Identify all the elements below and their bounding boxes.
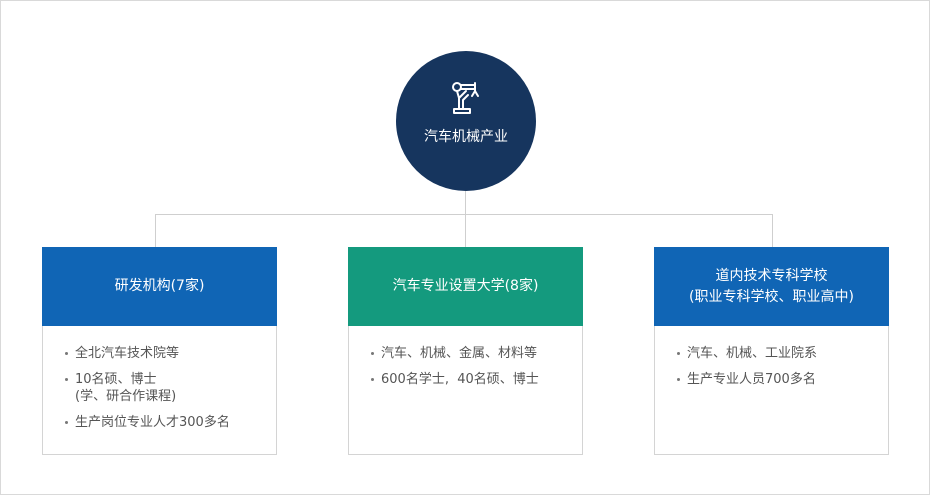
list-item: 全北汽车技术院等 — [65, 345, 266, 362]
hub-title: 汽车机械产业 — [424, 129, 508, 145]
card-item-list: 全北汽车技术院等 10名硕、博士 (学、研合作课程) 生产岗位专业人才300多名 — [43, 326, 276, 431]
card-technical-colleges: 道内技术专科学校 (职业专科学校、职业高中) 汽车、机械、工业院系 生产专业人员… — [654, 247, 889, 455]
list-item: 600名学士, 40名硕、博士 — [371, 371, 572, 388]
robot-arm-icon — [452, 82, 479, 114]
card-title-line: 研发机构(7家) — [114, 278, 205, 294]
list-item: 生产岗位专业人才300多名 — [65, 414, 266, 431]
list-item: 汽车、机械、金属、材料等 — [371, 345, 572, 362]
hub-circle: 汽车机械产业 — [396, 51, 536, 191]
card-item-list: 汽车、机械、金属、材料等 600名学士, 40名硕、博士 — [349, 326, 582, 388]
card-research-institutes: 研发机构(7家) 全北汽车技术院等 10名硕、博士 (学、研合作课程) 生产岗位… — [42, 247, 277, 455]
connector-middle — [465, 214, 466, 247]
connector-bar — [155, 214, 773, 215]
diagram-frame: 汽车机械产业 研发机构(7家) 全北汽车技术院等 10名硕、博士 (学、研合作课… — [0, 0, 930, 495]
list-item: 10名硕、博士 (学、研合作课程) — [65, 371, 266, 405]
list-item: 生产专业人员700多名 — [677, 371, 878, 388]
connector-trunk — [465, 191, 466, 214]
card-title-line: 汽车专业设置大学(8家) — [392, 278, 539, 294]
card-item-list: 汽车、机械、工业院系 生产专业人员700多名 — [655, 326, 888, 388]
list-item: 汽车、机械、工业院系 — [677, 345, 878, 362]
card-title-line: 道内技术专科学校 — [715, 267, 828, 284]
connector-right — [772, 214, 773, 247]
card-universities: 汽车专业设置大学(8家) 汽车、机械、金属、材料等 600名学士, 40名硕、博… — [348, 247, 583, 455]
card-header: 道内技术专科学校 (职业专科学校、职业高中) — [654, 247, 889, 326]
card-header: 汽车专业设置大学(8家) — [348, 247, 583, 326]
connector-left — [155, 214, 156, 247]
card-title-line: (职业专科学校、职业高中) — [689, 288, 854, 305]
card-header: 研发机构(7家) — [42, 247, 277, 326]
